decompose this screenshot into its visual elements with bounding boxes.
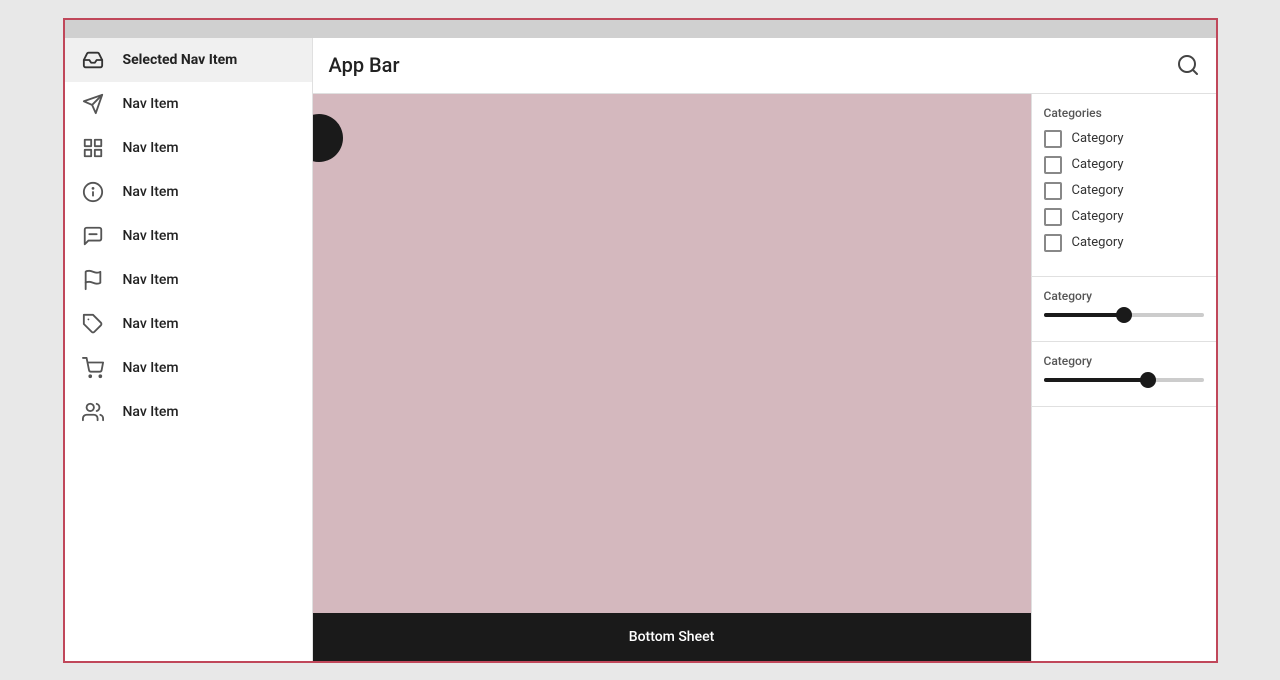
category-label-5: Category [1072, 235, 1124, 250]
nav3-label: Nav Item [123, 184, 179, 200]
cart-icon [81, 356, 105, 380]
category-checkbox-3[interactable] [1044, 182, 1062, 200]
people-icon [81, 400, 105, 424]
search-icon[interactable] [1176, 53, 1200, 77]
slider1-thumb[interactable] [1116, 307, 1132, 323]
category-checkbox-1[interactable] [1044, 130, 1062, 148]
top-bar [65, 20, 1216, 38]
send-icon [81, 92, 105, 116]
slider1-track[interactable] [1044, 313, 1204, 317]
nav8-label: Nav Item [123, 404, 179, 420]
slider-section-2: Category [1032, 342, 1216, 407]
slider-section-1: Category [1032, 277, 1216, 342]
right-panel: Categories Category Category Category [1031, 94, 1216, 661]
category-label-1: Category [1072, 131, 1124, 146]
bottom-sheet[interactable]: Bottom Sheet [313, 613, 1031, 661]
category-row-4: Category [1044, 208, 1204, 226]
category-label-3: Category [1072, 183, 1124, 198]
sidebar-item-nav3[interactable]: Nav Item [65, 170, 312, 214]
nav4-label: Nav Item [123, 228, 179, 244]
category-label-4: Category [1072, 209, 1124, 224]
slider2-title: Category [1044, 354, 1204, 368]
category-row-2: Category [1044, 156, 1204, 174]
bottom-sheet-label: Bottom Sheet [629, 629, 714, 645]
categories-section: Categories Category Category Category [1032, 94, 1216, 277]
sidebar-item-nav1[interactable]: Nav Item [65, 82, 312, 126]
sidebar-item-nav6[interactable]: Nav Item [65, 302, 312, 346]
tag-icon [81, 312, 105, 336]
sidebar-item-nav4[interactable]: Nav Item [65, 214, 312, 258]
content-area: Bottom Sheet Categories Category [313, 94, 1216, 661]
categories-title: Categories [1044, 106, 1204, 120]
fab-button[interactable] [313, 114, 343, 162]
chat-icon [81, 224, 105, 248]
category-checkbox-2[interactable] [1044, 156, 1062, 174]
category-row-3: Category [1044, 182, 1204, 200]
app-layout: Selected Nav Item Nav Item [65, 38, 1216, 661]
category-checkbox-5[interactable] [1044, 234, 1062, 252]
flag-icon [81, 268, 105, 292]
info-icon [81, 180, 105, 204]
slider1-title: Category [1044, 289, 1204, 303]
nav2-label: Nav Item [123, 140, 179, 156]
slider2-thumb[interactable] [1140, 372, 1156, 388]
slider2-fill [1044, 378, 1148, 382]
slider1-fill [1044, 313, 1124, 317]
pink-canvas: Bottom Sheet [313, 94, 1031, 661]
nav7-label: Nav Item [123, 360, 179, 376]
app-frame: Selected Nav Item Nav Item [63, 18, 1218, 663]
nav5-label: Nav Item [123, 272, 179, 288]
sidebar-item-nav7[interactable]: Nav Item [65, 346, 312, 390]
nav6-label: Nav Item [123, 316, 179, 332]
app-bar-title: App Bar [329, 53, 400, 77]
sidebar-selected-label: Selected Nav Item [123, 52, 238, 68]
inbox-icon [81, 48, 105, 72]
sidebar-item-nav2[interactable]: Nav Item [65, 126, 312, 170]
sidebar-item-nav8[interactable]: Nav Item [65, 390, 312, 434]
category-row-1: Category [1044, 130, 1204, 148]
sidebar-item-selected[interactable]: Selected Nav Item [65, 38, 312, 82]
sidebar-item-nav5[interactable]: Nav Item [65, 258, 312, 302]
category-checkbox-4[interactable] [1044, 208, 1062, 226]
main-content: App Bar Bottom Sheet [313, 38, 1216, 661]
category-label-2: Category [1072, 157, 1124, 172]
sidebar: Selected Nav Item Nav Item [65, 38, 313, 661]
app-bar: App Bar [313, 38, 1216, 94]
nav1-label: Nav Item [123, 96, 179, 112]
slider2-track[interactable] [1044, 378, 1204, 382]
category-row-5: Category [1044, 234, 1204, 252]
list-icon [81, 136, 105, 160]
